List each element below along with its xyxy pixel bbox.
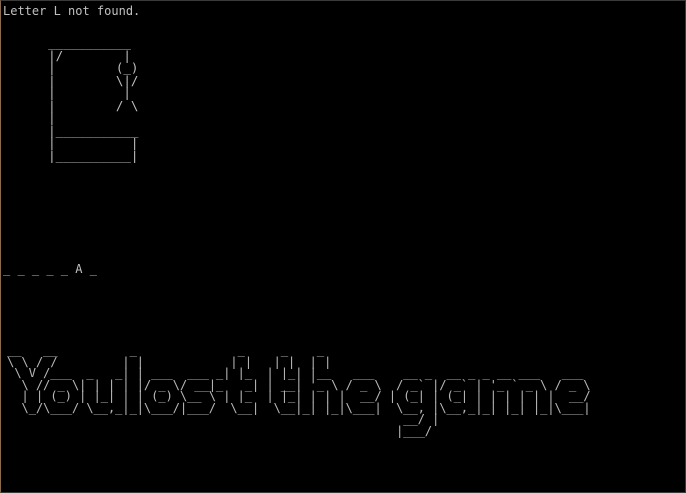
word-progress: _ _ _ _ _ A _: [3, 262, 97, 276]
hangman-gallows-art: ___________ |/ | | (_) | \|/ | | | / \ |…: [48, 35, 139, 163]
game-over-banner: __ __ _ _ _ _ \ \ / / | | | | | | | | \ …: [7, 345, 679, 470]
status-message: Letter L not found.: [3, 4, 141, 18]
game-over-banner-art: __ __ _ _ _ _ \ \ / / | | | | | | | | \ …: [7, 345, 591, 438]
terminal-window[interactable]: Letter L not found. ___________ |/ | | (…: [0, 0, 686, 493]
